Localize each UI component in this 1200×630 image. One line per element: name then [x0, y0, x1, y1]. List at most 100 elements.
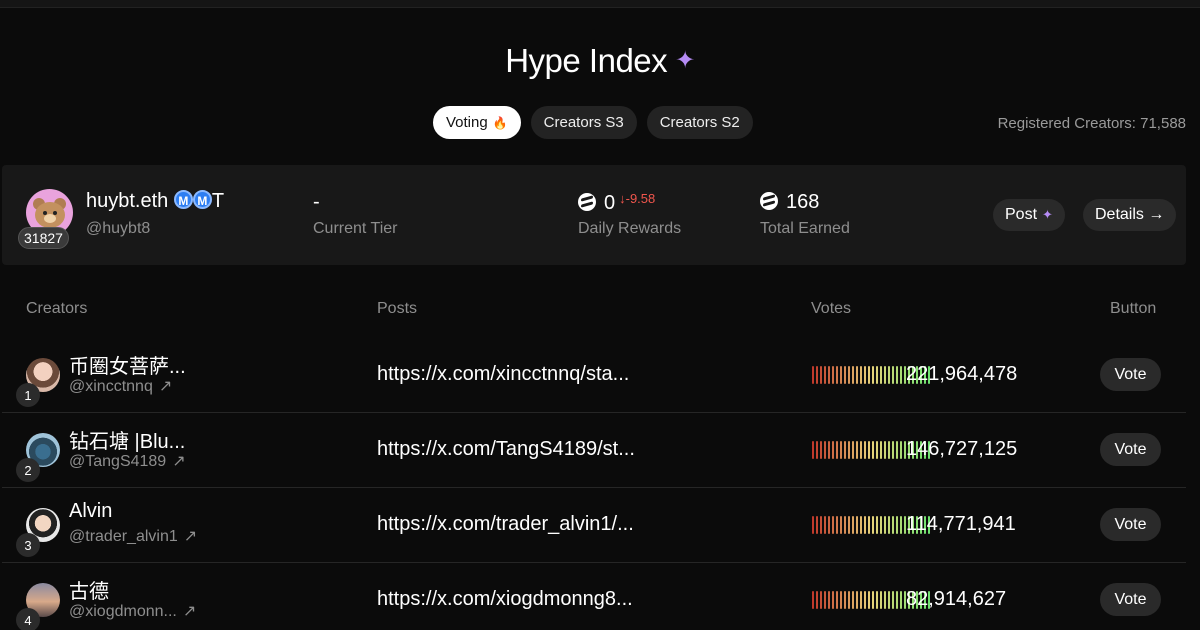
table-row: 3 Alvin @trader_alvin1 ↗ https://x.com/tr… — [2, 488, 1186, 563]
vote-meter-bar — [844, 366, 846, 384]
vote-count: 146,727,125 — [906, 438, 1018, 460]
vote-meter-bar — [868, 441, 870, 459]
vote-meter-bar — [848, 591, 850, 609]
post-link[interactable]: https://x.com/TangS4189/st... — [377, 438, 635, 461]
vote-meter-bar — [844, 516, 846, 534]
flame-icon: 🔥 — [492, 115, 508, 130]
vote-meter-bar — [840, 441, 842, 459]
vote-count: 82,914,627 — [906, 588, 1007, 610]
column-header-button: Button — [1110, 300, 1157, 317]
vote-meter-bar — [812, 516, 814, 534]
vote-meter-bar — [896, 366, 898, 384]
vote-meter-bar — [884, 591, 886, 609]
vote-meter-bar — [856, 366, 858, 384]
vote-count: 114,771,941 — [906, 513, 1016, 535]
rank-badge: 4 — [16, 608, 40, 630]
tier-label: Current Tier — [313, 220, 398, 237]
vote-meter-bar — [880, 441, 882, 459]
vote-meter-bar — [888, 441, 890, 459]
coin-icon — [578, 193, 596, 211]
vote-meter-bar — [864, 441, 866, 459]
creator-handle-link[interactable]: @xincctnnq ↗ — [69, 376, 172, 396]
vote-meter-bar — [900, 591, 902, 609]
vote-meter-bar — [884, 516, 886, 534]
vote-meter-bar — [812, 441, 814, 459]
vote-meter-bar — [820, 516, 822, 534]
table-row: 4 古德 @xiogdmonn... ↗ https://x.com/xiogdm… — [2, 563, 1186, 630]
vote-meter-bar — [892, 516, 894, 534]
vote-meter-bar — [828, 441, 830, 459]
creator-handle-link[interactable]: @trader_alvin1 ↗ — [69, 526, 197, 546]
vote-meter-bar — [872, 591, 874, 609]
vote-meter-bar — [852, 516, 854, 534]
vote-meter-bar — [892, 591, 894, 609]
creator-name: 古德 — [69, 581, 109, 603]
total-earned-value: 168 — [760, 191, 819, 214]
user-rank-badge: 31827 — [18, 227, 69, 249]
vote-meter-bar — [836, 591, 838, 609]
vote-meter-bar — [896, 441, 898, 459]
rank-badge: 1 — [16, 383, 40, 407]
page-title: Hype Index ✦ — [505, 42, 695, 79]
vote-meter-bar — [860, 366, 862, 384]
tab-bar: Voting 🔥 Creators S3 Creators S2 — [433, 106, 753, 139]
vote-meter-bar — [812, 366, 814, 384]
vote-meter-bar — [816, 516, 818, 534]
vote-meter-bar — [828, 591, 830, 609]
vote-meter-bar — [832, 516, 834, 534]
vote-button[interactable]: Vote — [1100, 508, 1161, 541]
vote-meter-bar — [896, 591, 898, 609]
creator-handle-link[interactable]: @xiogdmonn... ↗ — [69, 601, 196, 621]
table-row: 2 钻石塘 |Blu... @TangS4189 ↗ https://x.com/… — [2, 413, 1186, 488]
vote-meter-bar — [816, 366, 818, 384]
sparkle-icon: ✦ — [1042, 207, 1053, 222]
vote-meter-bar — [860, 441, 862, 459]
vote-meter-bar — [872, 441, 874, 459]
vote-meter-bar — [888, 366, 890, 384]
details-button[interactable]: Details → — [1083, 199, 1177, 231]
vote-meter-bar — [820, 591, 822, 609]
vote-meter-bar — [896, 516, 898, 534]
vote-meter-bar — [856, 441, 858, 459]
vote-meter-bar — [868, 591, 870, 609]
vote-meter-bar — [820, 441, 822, 459]
vote-meter-bar — [884, 441, 886, 459]
rank-badge: 2 — [16, 458, 40, 482]
tab-creators-s3[interactable]: Creators S3 — [530, 106, 637, 139]
vote-button[interactable]: Vote — [1100, 433, 1161, 466]
tab-voting[interactable]: Voting 🔥 — [433, 106, 521, 139]
creator-name: 钻石塘 |Blu... — [69, 431, 186, 453]
post-link[interactable]: https://x.com/trader_alvin1/... — [377, 513, 634, 536]
vote-meter-bar — [880, 366, 882, 384]
vote-meter-bar — [868, 366, 870, 384]
registered-creators-count: Registered Creators: 71,588 — [997, 115, 1186, 132]
vote-meter-bar — [824, 516, 826, 534]
vote-meter-bar — [832, 591, 834, 609]
tab-creators-s2[interactable]: Creators S2 — [646, 106, 753, 139]
vote-meter-bar — [816, 591, 818, 609]
vote-meter-bar — [876, 441, 878, 459]
vote-button[interactable]: Vote — [1100, 358, 1161, 391]
daily-rewards-label: Daily Rewards — [578, 220, 682, 237]
post-button[interactable]: Post ✦ — [993, 199, 1065, 231]
vote-meter-bar — [848, 441, 850, 459]
vote-meter-bar — [876, 366, 878, 384]
external-link-icon: ↗ — [182, 603, 197, 620]
verified-badge-icon: M — [192, 190, 212, 209]
vote-meter-bar — [880, 591, 882, 609]
external-link-icon: ↗ — [158, 378, 173, 395]
vote-meter-bar — [864, 591, 866, 609]
vote-meter-bar — [872, 366, 874, 384]
daily-rewards-delta: ↓-9.58 — [619, 191, 656, 206]
post-link[interactable]: https://x.com/xiogdmonng8... — [377, 588, 633, 611]
vote-meter-bar — [816, 441, 818, 459]
vote-meter-bar — [836, 516, 838, 534]
creator-handle-link[interactable]: @TangS4189 ↗ — [69, 451, 186, 471]
vote-meter-bar — [852, 441, 854, 459]
post-link[interactable]: https://x.com/xincctnnq/sta... — [377, 363, 629, 386]
total-earned-label: Total Earned — [760, 220, 850, 237]
vote-meter-bar — [900, 366, 902, 384]
vote-meter-bar — [856, 516, 858, 534]
vote-button[interactable]: Vote — [1100, 583, 1161, 616]
vote-meter-bar — [872, 516, 874, 534]
